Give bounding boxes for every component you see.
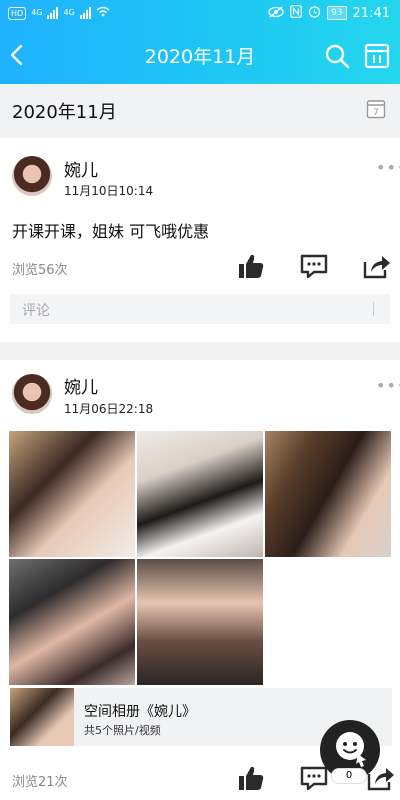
avatar[interactable] (12, 156, 52, 196)
clock: 21:41 (352, 5, 390, 21)
comment-icon[interactable] (299, 252, 329, 280)
post-author[interactable]: 婉儿 (64, 156, 98, 181)
comment-placeholder: 评论 (22, 303, 50, 319)
view-count: 浏览56次 (12, 263, 68, 278)
status-left: HD 4G 4G (8, 6, 110, 20)
post-divider (0, 342, 400, 360)
album-title: 空间相册《婉儿》 (84, 704, 196, 720)
network-type: 4G (31, 8, 43, 17)
post-photo[interactable] (137, 559, 263, 685)
comment-divider (373, 302, 374, 316)
nfc-icon (290, 5, 302, 21)
search-icon[interactable] (322, 41, 352, 71)
signal-icon (79, 7, 91, 19)
avatar[interactable] (12, 374, 52, 414)
album-thumbnail (10, 688, 74, 746)
signal-icon (47, 7, 59, 19)
calendar-day-icon[interactable]: 7 (366, 99, 386, 119)
album-count: 共5个照片/视频 (84, 724, 161, 737)
post-photo[interactable] (265, 431, 391, 557)
month-label: 2020年11月 (12, 102, 117, 123)
month-section-header: 2020年11月 7 (0, 84, 400, 138)
status-right: 93 21:41 (268, 5, 390, 21)
floating-badge-count: 0 (331, 768, 367, 784)
view-count: 浏览21次 (12, 775, 68, 790)
more-icon[interactable]: ••• (376, 158, 400, 177)
like-icon[interactable] (236, 764, 266, 792)
calendar-icon[interactable] (363, 42, 391, 70)
network-type: 4G (63, 8, 75, 17)
post-date: 11月06日22:18 (64, 402, 154, 416)
eye-icon (268, 6, 284, 21)
post-author[interactable]: 婉儿 (64, 373, 98, 398)
wifi-icon (96, 6, 110, 20)
app-header: HD 4G 4G 93 21:41 2020年11月 (0, 0, 400, 84)
title-bar: 2020年11月 (0, 28, 400, 84)
alarm-icon (308, 5, 321, 21)
feed-post: 婉儿 11月10日10:14 ••• 开课开课，姐妹 可飞哦优惠 浏览56次 评… (0, 138, 400, 342)
share-icon[interactable] (362, 252, 392, 280)
hd-indicator: HD (8, 6, 27, 20)
battery-indicator: 93 (327, 6, 347, 20)
comment-input[interactable]: 评论 (10, 294, 390, 324)
post-date: 11月10日10:14 (64, 184, 154, 198)
post-photo[interactable] (9, 431, 135, 557)
post-photo[interactable] (137, 431, 263, 557)
like-icon[interactable] (236, 252, 266, 280)
post-text: 开课开课，姐妹 可飞哦优惠 (12, 222, 210, 241)
status-bar: HD 4G 4G 93 21:41 (0, 0, 400, 28)
calendar-day-number: 7 (373, 108, 379, 118)
more-icon[interactable]: ••• (376, 376, 400, 395)
post-photo[interactable] (9, 559, 135, 685)
